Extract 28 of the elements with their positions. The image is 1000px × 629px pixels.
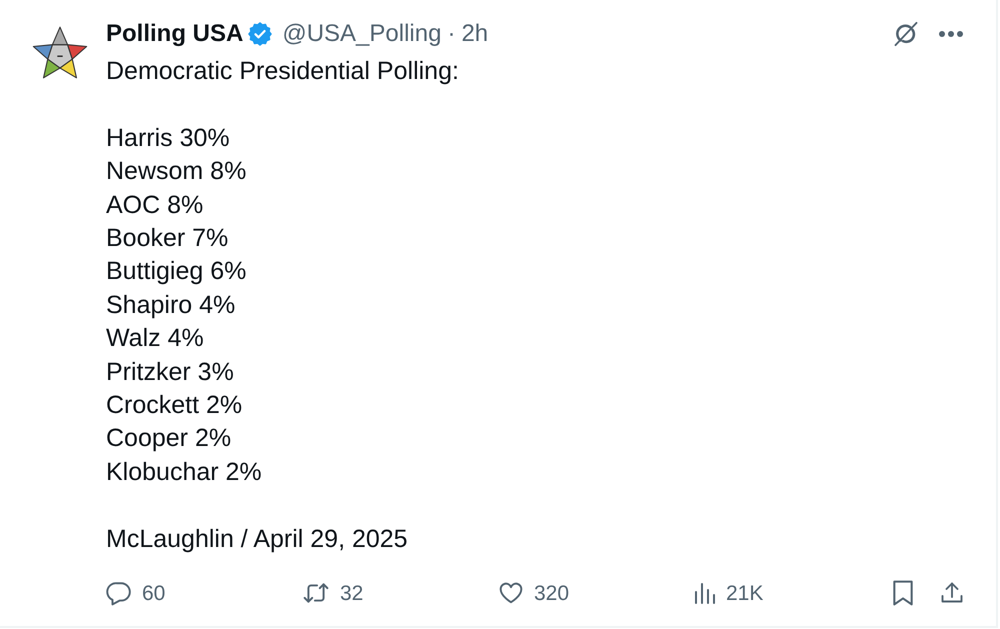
speech-bubble-icon [106,580,132,606]
poll-result-line: Walz 4% [106,323,204,354]
like-button[interactable]: 320 [498,580,570,606]
poll-source: McLaughlin / April 29, 2025 [106,524,408,555]
poll-result-line: Booker 7% [106,223,228,254]
star-logo-avatar[interactable] [32,25,88,81]
slashed-circle-icon[interactable] [892,20,920,48]
poll-result-line: Buttigieg 6% [106,256,246,288]
poll-result-line: Newsom 8% [106,156,246,188]
bookmark-icon [892,580,914,606]
post-time[interactable]: 2h [461,22,488,46]
poll-result-line: Shapiro 4% [106,290,236,321]
views-button[interactable]: 21K [694,581,764,606]
post-heading: Democratic Presidential Polling: [106,56,459,87]
poll-result-line: Harris 30% [106,122,230,154]
poll-result-line: Cooper 2% [106,423,232,454]
more-options-icon[interactable] [938,30,964,38]
bookmark-button[interactable] [892,580,914,606]
repost-button[interactable]: 32 [302,580,364,606]
poll-result-line: Klobuchar 2% [106,456,262,488]
poll-result-line: Crockett 2% [106,390,242,422]
poll-result-line: AOC 8% [106,190,204,221]
poll-result-line: Pritzker 3% [106,356,234,388]
middle-dot-separator: · [447,22,456,46]
reply-button[interactable]: 60 [106,580,166,606]
author-handle[interactable]: @USA_Polling [282,22,442,46]
author-name[interactable]: Polling USA [106,22,244,46]
bar-chart-icon [694,581,716,606]
